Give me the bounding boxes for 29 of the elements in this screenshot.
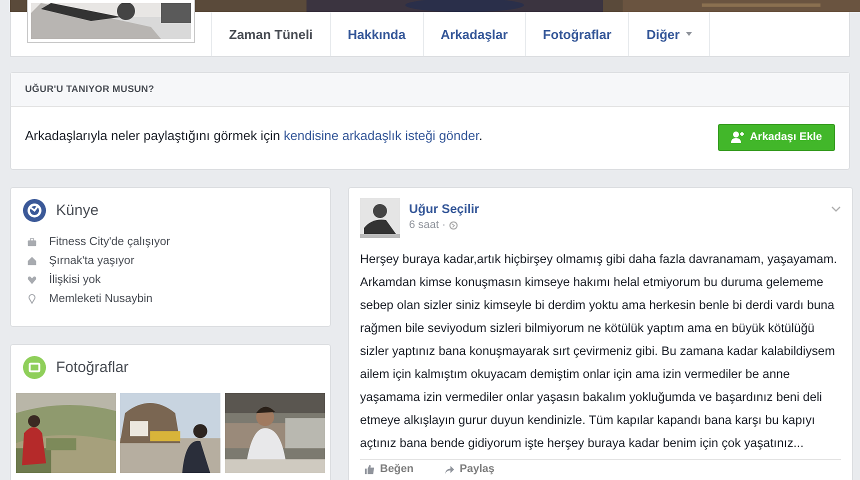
profile-tab[interactable]: Zaman Tüneli — [211, 12, 330, 56]
profile-tab[interactable]: Arkadaşlar — [422, 12, 525, 56]
chevron-icon[interactable] — [831, 206, 841, 212]
intro-item: Fitness City'de çalışıyor — [49, 236, 170, 248]
intro-item: Şırnak'ta yaşıyor — [49, 255, 134, 267]
profile-tab[interactable]: Hakkında — [330, 12, 423, 56]
author-link[interactable]: Uğur Seçilir — [409, 202, 480, 216]
card-title: Künye — [56, 202, 99, 219]
intro-item: İlişkisi yok — [49, 274, 101, 286]
post-action-link[interactable]: Paylaş — [444, 463, 494, 475]
card-title: UĞUR'U TANIYOR MUSUN? — [25, 84, 154, 95]
heart-icon — [27, 275, 37, 285]
post-text: Herşey buraya kadar,artık hiçbirşey olmamış gibi daha fazla davranamam, yaşayamam. Arkamdan kimse konuşmasın kimseye hakımı helal etmiyorum bu duruma gelememe sebep olan sizler siniz kimseyle bi derdim yoktu ama herkesin benle bi derdi vardı buna rağmen bile seviyodum sizleri bilmiyorum ne kötülük yaptım ama en büyük kötülüğü sizler yaptınız bana konuşmayarak sırt çevirmeniz gibi. Bu zamana kadar kalabildiysem ailem için kalmıştım okuyacam demiştim onlar için ama izin vermediler be anne yaşamama izin vermediler onlar yaşasın bakalım yokluğumda ve başardınız beni deli etmeye alkışlayın gurur duyun kendinizle. Tüm kapılar kapandı bana karşı bu kapıyı açtınız bana bende gidiyorum işte herşey buraya kadar benim için çok yaşatınız... — [360, 251, 838, 452]
prompt-message: Arkadaşlarıyla neler paylaştığını görmek için kendisine arkadaşlık isteği gönder. — [25, 128, 482, 142]
friend-request-link[interactable]: kendisine arkadaşlık isteği gönder — [284, 128, 479, 142]
share-arrow-icon — [444, 464, 455, 474]
card-title: Fotoğraflar — [56, 359, 129, 376]
house-icon — [27, 256, 37, 266]
thumbs-up-icon — [364, 464, 375, 474]
intro-item: Memleketi Nusaybin — [49, 293, 153, 305]
briefcase-icon — [27, 237, 37, 247]
profile-tab[interactable]: Diğer — [628, 12, 710, 56]
post-time: 6 saat · — [409, 219, 446, 231]
caret-icon — [686, 32, 692, 36]
post-action-link[interactable]: Beğen — [364, 463, 414, 475]
map-pin-icon — [27, 294, 37, 304]
profile-tab[interactable]: Fotoğraflar — [524, 12, 628, 56]
add-person-icon — [730, 131, 745, 143]
photo-icon — [23, 356, 46, 379]
